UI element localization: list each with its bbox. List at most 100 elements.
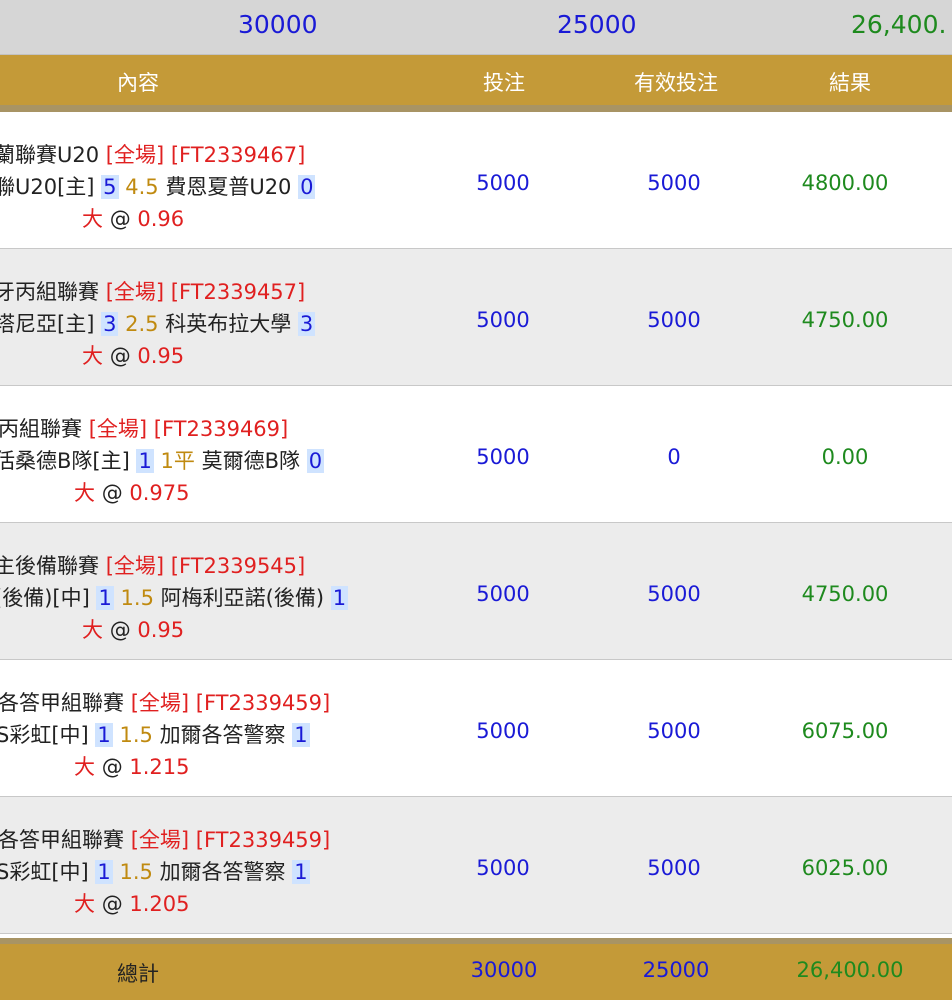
summary-valid-bet: 25000 [557, 10, 637, 39]
pick: 大 [82, 207, 103, 231]
away-team: 加爾各答警察 [159, 723, 286, 747]
period: [全場] [105, 143, 165, 167]
handicap-line: 4.5 [125, 175, 159, 199]
bet-amount: 5000 [476, 719, 530, 743]
league-name: 主後備聯賽 [0, 554, 99, 578]
result-amount: 4800.00 [801, 171, 889, 195]
league-name: 各答甲組聯賽 [0, 691, 124, 715]
away-score: 0 [306, 449, 325, 473]
home-score: 1 [96, 586, 114, 610]
match-code: [FT2339545] [170, 554, 306, 578]
home-team: 聯U20[主] [0, 175, 95, 199]
bet-amount: 5000 [476, 582, 530, 606]
valid-bet-amount: 0 [667, 445, 681, 469]
odds: 1.205 [129, 892, 190, 916]
odds: 0.95 [137, 618, 185, 642]
at-symbol: @ [109, 618, 131, 642]
home-team: S彩虹[中] [0, 723, 89, 747]
league-line: 牙丙組聯賽 [全場] [FT2339457] [0, 276, 305, 306]
header-valid-bet: 有效投注 [634, 71, 718, 95]
period: [全場] [130, 828, 190, 852]
match-code: [FT2339459] [195, 691, 331, 715]
league-line: 丙組聯賽 [全場] [FT2339469] [0, 413, 288, 443]
pick: 大 [74, 481, 95, 505]
league-line: 各答甲組聯賽 [全場] [FT2339459] [0, 824, 330, 854]
away-team: 科英布拉大學 [165, 312, 292, 336]
totals-valid-bet: 25000 [642, 958, 710, 982]
league-name: 蘭聯賽U20 [0, 143, 100, 167]
pick-line: 大 @ 1.205 [74, 888, 190, 918]
at-symbol: @ [109, 344, 131, 368]
away-team: 加爾各答警察 [159, 860, 286, 884]
bet-amount: 5000 [476, 856, 530, 880]
table-row[interactable]: 牙丙組聯賽 [全場] [FT2339457] 塔尼亞[主] 3 2.5 科英布拉… [0, 249, 952, 386]
pick-line: 大 @ 0.95 [82, 340, 184, 370]
table-row[interactable]: 各答甲組聯賽 [全場] [FT2339459] S彩虹[中] 1 1.5 加爾各… [0, 660, 952, 797]
home-score: 1 [95, 723, 113, 747]
pick-line: 大 @ 1.215 [74, 751, 190, 781]
header-content: 內容 [117, 71, 159, 95]
period: [全場] [105, 554, 165, 578]
bet-list: 蘭聯賽U20 [全場] [FT2339467] 聯U20[主] 5 4.5 費恩… [0, 112, 952, 934]
at-symbol: @ [101, 481, 123, 505]
result-amount: 0.00 [821, 445, 869, 469]
away-team: 費恩夏普U20 [165, 175, 292, 199]
handicap-line: 1.5 [119, 723, 153, 747]
home-score: 5 [101, 175, 119, 199]
header-divider [0, 105, 952, 112]
match-line: 佸桑德B隊[主] 1 1平 莫爾德B隊 0 [0, 445, 325, 475]
handicap-line: 2.5 [125, 312, 159, 336]
header-bet: 投注 [483, 71, 525, 95]
league-line: 主後備聯賽 [全場] [FT2339545] [0, 550, 305, 580]
home-score: 3 [101, 312, 119, 336]
table-row[interactable]: 蘭聯賽U20 [全場] [FT2339467] 聯U20[主] 5 4.5 費恩… [0, 112, 952, 249]
header-result: 結果 [829, 71, 871, 95]
home-team: (後備)[中] [0, 586, 90, 610]
match-code: [FT2339467] [170, 143, 306, 167]
match-line: 聯U20[主] 5 4.5 費恩夏普U20 0 [0, 171, 316, 201]
result-amount: 4750.00 [801, 308, 889, 332]
period: [全場] [130, 691, 190, 715]
table-row[interactable]: 丙組聯賽 [全場] [FT2339469] 佸桑德B隊[主] 1 1平 莫爾德B… [0, 386, 952, 523]
league-line: 各答甲組聯賽 [全場] [FT2339459] [0, 687, 330, 717]
totals-result: 26,400.00 [796, 958, 904, 982]
odds: 1.215 [129, 755, 190, 779]
match-code: [FT2339457] [170, 280, 306, 304]
league-line: 蘭聯賽U20 [全場] [FT2339467] [0, 139, 305, 169]
league-name: 各答甲組聯賽 [0, 828, 124, 852]
valid-bet-amount: 5000 [647, 582, 701, 606]
away-score: 1 [292, 860, 310, 884]
table-header: 內容 投注 有效投注 結果 [0, 55, 952, 105]
odds: 0.95 [137, 344, 185, 368]
table-row[interactable]: 各答甲組聯賽 [全場] [FT2339459] S彩虹[中] 1 1.5 加爾各… [0, 797, 952, 934]
home-team: 佸桑德B隊[主] [0, 449, 130, 473]
away-team: 阿梅利亞諾(後備) [160, 586, 325, 610]
pick-line: 大 @ 0.975 [74, 477, 190, 507]
home-score: 1 [136, 449, 154, 473]
away-score: 1 [292, 723, 310, 747]
bet-amount: 5000 [476, 445, 530, 469]
totals-label: 總計 [117, 962, 159, 986]
summary-bet: 30000 [238, 10, 318, 39]
pick: 大 [74, 892, 95, 916]
handicap-line: 1平 [160, 449, 195, 473]
table-row[interactable]: 主後備聯賽 [全場] [FT2339545] (後備)[中] 1 1.5 阿梅利… [0, 523, 952, 660]
valid-bet-amount: 5000 [647, 308, 701, 332]
result-amount: 6025.00 [801, 856, 889, 880]
league-name: 牙丙組聯賽 [0, 280, 99, 304]
away-team: 莫爾德B隊 [201, 449, 301, 473]
at-symbol: @ [101, 755, 123, 779]
away-score: 1 [330, 586, 349, 610]
away-score: 0 [298, 175, 316, 199]
match-line: 塔尼亞[主] 3 2.5 科英布拉大學 3 [0, 308, 316, 338]
valid-bet-amount: 5000 [647, 856, 701, 880]
at-symbol: @ [109, 207, 131, 231]
result-amount: 4750.00 [801, 582, 889, 606]
period: [全場] [88, 417, 148, 441]
summary-result: 26,400. [851, 10, 947, 39]
match-code: [FT2339469] [153, 417, 289, 441]
match-line: S彩虹[中] 1 1.5 加爾各答警察 1 [0, 856, 310, 886]
pick: 大 [74, 755, 95, 779]
odds: 0.975 [129, 481, 190, 505]
summary-bar: 30000 25000 26,400. [0, 0, 952, 55]
